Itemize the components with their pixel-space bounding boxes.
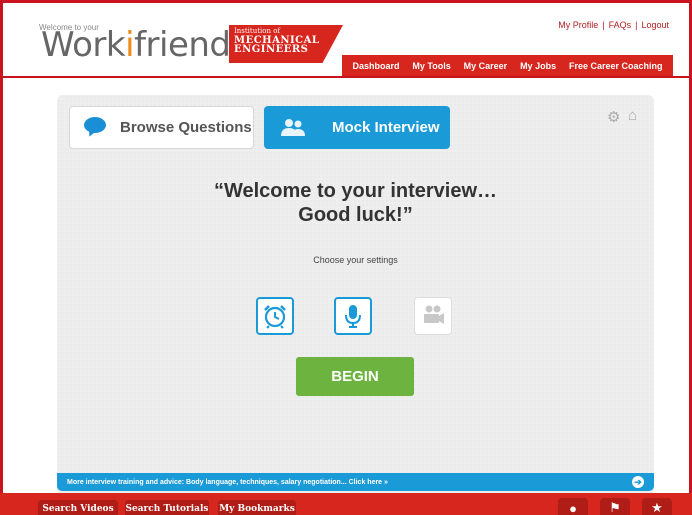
- headline-line-2: Good luck!”: [298, 204, 413, 226]
- nav-my-career[interactable]: My Career: [464, 61, 508, 71]
- logo-person-icon: i: [125, 25, 135, 65]
- flag-icon[interactable]: ⚑: [600, 498, 630, 515]
- headline-line-1: “Welcome to your interview…: [213, 180, 498, 202]
- gear-icon[interactable]: ⚙: [607, 108, 620, 126]
- top-links: My Profile | FAQs | Logout: [556, 20, 671, 30]
- settings-label: Choose your settings: [313, 255, 398, 265]
- nav-my-tools[interactable]: My Tools: [412, 61, 450, 71]
- imeche-logo[interactable]: Institution of MECHANICAL ENGINEERS: [229, 25, 343, 63]
- microphone-button[interactable]: [334, 297, 372, 335]
- alarm-clock-button[interactable]: [256, 297, 294, 335]
- partner-line-3: ENGINEERS: [234, 44, 309, 55]
- logo-text-work: Work: [41, 25, 126, 65]
- alarm-clock-icon: [264, 305, 286, 329]
- video-camera-icon: [424, 305, 444, 324]
- main-nav: Dashboard My Tools My Career My Jobs Fre…: [342, 55, 673, 77]
- interview-panel: Browse Questions Mock Interview ⚙ ⌂ “Wel…: [57, 95, 654, 495]
- chat-icon[interactable]: ●: [558, 498, 588, 515]
- search-videos-button[interactable]: Search Videos: [38, 500, 118, 515]
- separator: |: [602, 20, 605, 30]
- begin-button[interactable]: BEGIN: [296, 357, 414, 396]
- faqs-link[interactable]: FAQs: [609, 20, 632, 30]
- site-header: Welcome to your Workifriend Institution …: [3, 3, 689, 77]
- tab-mock-interview[interactable]: Mock Interview: [264, 106, 450, 149]
- tab-browse-questions[interactable]: Browse Questions: [69, 106, 254, 149]
- nav-dashboard[interactable]: Dashboard: [352, 61, 399, 71]
- info-bar[interactable]: More interview training and advice: Body…: [57, 473, 654, 491]
- arrow-right-icon[interactable]: ➔: [632, 476, 644, 488]
- users-icon: [280, 118, 306, 138]
- separator: |: [635, 20, 638, 30]
- logout-link[interactable]: Logout: [641, 20, 669, 30]
- my-bookmarks-button[interactable]: My Bookmarks: [218, 500, 296, 515]
- workfriend-logo[interactable]: Workifriend: [41, 25, 231, 65]
- video-camera-button[interactable]: [414, 297, 452, 335]
- nav-free-career-coaching[interactable]: Free Career Coaching: [569, 61, 663, 71]
- star-icon[interactable]: ★: [642, 498, 672, 515]
- home-icon[interactable]: ⌂: [628, 107, 637, 124]
- info-text-link[interactable]: More interview training and advice: Body…: [67, 479, 388, 486]
- speech-bubble-icon: [84, 116, 108, 139]
- microphone-icon: [345, 305, 361, 328]
- bottom-toolbar: Search Videos Search Tutorials My Bookma…: [0, 493, 692, 515]
- header-divider: [3, 76, 689, 78]
- search-tutorials-button[interactable]: Search Tutorials: [125, 500, 209, 515]
- welcome-headline: “Welcome to your interview… Good luck!”: [57, 179, 654, 227]
- logo-text-friend: friend: [134, 25, 231, 65]
- nav-my-jobs[interactable]: My Jobs: [520, 61, 556, 71]
- tab-mock-label: Mock Interview: [332, 119, 440, 136]
- tab-browse-label: Browse Questions: [120, 119, 252, 136]
- my-profile-link[interactable]: My Profile: [558, 20, 598, 30]
